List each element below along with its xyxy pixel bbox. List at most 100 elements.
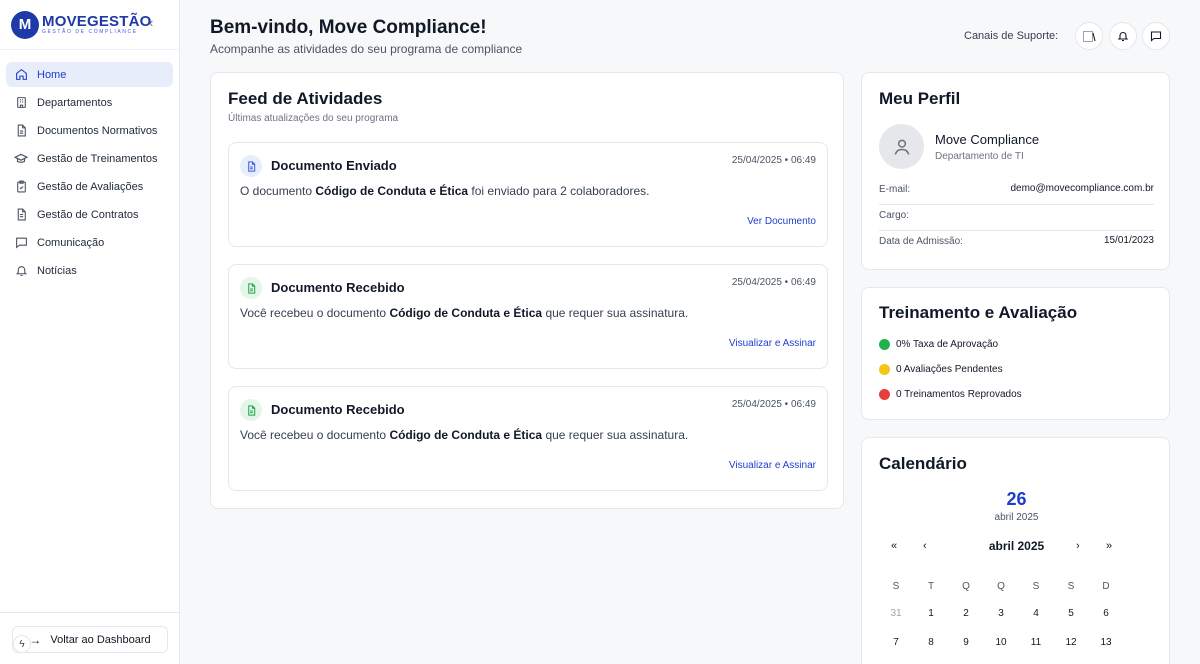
sidebar-item-noticias[interactable]: Notícias [6, 258, 173, 283]
view-and-sign-link[interactable]: Visualizar e Assinar [729, 338, 816, 349]
page-subtitle: Acompanhe as atividades do seu programa … [210, 42, 523, 56]
prev-year-button[interactable]: « [891, 540, 897, 552]
avatar [879, 124, 924, 169]
sidebar-item-label: Gestão de Treinamentos [37, 152, 158, 165]
calendar-day[interactable]: 12 [1061, 637, 1081, 648]
calendar-day[interactable]: 11 [1026, 637, 1046, 648]
activity-title: Documento Recebido [271, 280, 405, 295]
notifications-button[interactable] [1109, 22, 1137, 50]
calendar-day[interactable]: 7 [886, 637, 906, 648]
weekday-label: Q [962, 581, 970, 592]
page-header: Bem-vindo, Move Compliance! Acompanhe as… [210, 17, 522, 56]
activity-date: 25/04/2025 • 06:49 [731, 155, 816, 166]
profile-admission-row: Data de Admissão: 15/01/2023 [879, 231, 1154, 257]
home-icon [14, 68, 28, 82]
activity-date: 25/04/2025 • 06:49 [731, 277, 816, 288]
document-icon [240, 155, 262, 177]
activity-title: Documento Enviado [271, 158, 397, 173]
sidebar-footer: → Voltar ao Dashboard ϟ [0, 612, 180, 664]
profile-email-value: demo@movecompliance.com.br [1010, 183, 1154, 194]
arrow-right-icon: → [29, 632, 42, 647]
next-year-button[interactable]: » [1106, 540, 1112, 552]
feed-subtitle: Últimas atualizações do seu programa [228, 113, 399, 124]
clipboard-check-icon [14, 180, 28, 194]
support-label: Canais de Suporte: [964, 30, 1059, 42]
calendar-title: Calendário [879, 454, 967, 473]
activity-date: 25/04/2025 • 06:49 [731, 399, 816, 410]
view-document-link[interactable]: Ver Documento [747, 216, 816, 227]
calendar-day[interactable]: 10 [991, 637, 1011, 648]
weekday-label: Q [997, 581, 1005, 592]
view-and-sign-link[interactable]: Visualizar e Assinar [729, 460, 816, 471]
weekday-label: S [1032, 581, 1040, 592]
sidebar-item-label: Notícias [37, 264, 77, 277]
calendar-day[interactable]: 9 [956, 637, 976, 648]
calendar-day[interactable]: 13 [1096, 637, 1116, 648]
weekday-label: D [1102, 581, 1110, 592]
profile-row-label: Data de Admissão: [879, 236, 963, 247]
activity-feed-card: Feed de Atividades Últimas atualizações … [210, 72, 844, 509]
calendar-day[interactable]: 31 [886, 608, 906, 619]
activity-title: Documento Recebido [271, 402, 405, 417]
calendar-day[interactable]: 2 [956, 608, 976, 619]
calendar-day[interactable]: 5 [1061, 608, 1081, 619]
training-evaluation-card: Treinamento e Avaliação 0% Taxa de Aprov… [861, 287, 1170, 420]
sidebar-item-gestao-avaliacoes[interactable]: Gestão de Avaliações [6, 174, 173, 199]
weekday-label: S [892, 581, 900, 592]
training-title: Treinamento e Avaliação [879, 303, 1078, 322]
next-month-button[interactable]: › [1076, 540, 1080, 552]
activity-item: Documento Recebido 25/04/2025 • 06:49 Vo… [228, 264, 828, 369]
sidebar-nav: Home Departamentos Documentos Normativos… [0, 50, 179, 283]
calendar-day[interactable]: 4 [1026, 608, 1046, 619]
brand-logo[interactable]: M MOVEGESTÃO GESTÃO DE COMPLIANCE ‹ [0, 0, 179, 50]
sidebar-item-gestao-treinamentos[interactable]: Gestão de Treinamentos [6, 146, 173, 171]
activity-item: Documento Recebido 25/04/2025 • 06:49 Vo… [228, 386, 828, 491]
weekday-label: S [1067, 581, 1075, 592]
sidebar-item-comunicacao[interactable]: Comunicação [6, 230, 173, 255]
sidebar-item-departamentos[interactable]: Departamentos [6, 90, 173, 115]
profile-email-row: E-mail: demo@movecompliance.com.br [879, 179, 1154, 205]
selected-day: 26 [1006, 489, 1027, 509]
support-channel-button[interactable] [1075, 22, 1103, 50]
prev-month-button[interactable]: ‹ [923, 540, 927, 552]
calendar-day[interactable]: 8 [921, 637, 941, 648]
bell-icon [1117, 32, 1129, 42]
message-icon [14, 236, 28, 250]
profile-admission-value: 15/01/2023 [1103, 235, 1154, 246]
back-to-dashboard-button[interactable]: → Voltar ao Dashboard [12, 626, 168, 653]
profile-card: Meu Perfil Move Compliance Departamento … [861, 72, 1170, 270]
calendar-day[interactable]: 6 [1096, 608, 1116, 619]
chevron-left-icon[interactable]: ‹ [149, 15, 153, 30]
profile-row-label: Cargo: [879, 210, 910, 221]
profile-row-label: E-mail: [879, 184, 911, 195]
sidebar-item-documentos-normativos[interactable]: Documentos Normativos [6, 118, 173, 143]
sidebar: M MOVEGESTÃO GESTÃO DE COMPLIANCE ‹ Home… [0, 0, 180, 664]
profile-cargo-row: Cargo: [879, 205, 1154, 231]
document-icon [14, 124, 28, 138]
lightning-icon[interactable]: ϟ [13, 635, 31, 653]
sidebar-item-label: Gestão de Contratos [37, 208, 139, 221]
profile-title: Meu Perfil [879, 89, 961, 108]
user-icon [894, 139, 909, 155]
calendar-day[interactable]: 3 [991, 608, 1011, 619]
calendar-day[interactable]: 1 [921, 608, 941, 619]
weekday-label: T [927, 581, 935, 592]
document-name: Código de Conduta e Ética [389, 306, 543, 320]
graduation-cap-icon [14, 152, 28, 166]
sidebar-item-home[interactable]: Home [6, 62, 173, 87]
document-icon [240, 277, 262, 299]
failed-trainings-stat: 0 Treinamentos Reprovados [879, 389, 1022, 400]
broken-image-icon [1082, 30, 1095, 42]
profile-name: Move Compliance [935, 132, 1040, 147]
messages-button[interactable] [1142, 22, 1170, 50]
activity-text: Você recebeu o documento Código de Condu… [240, 306, 689, 320]
document-name: Código de Conduta e Ética [389, 428, 543, 442]
calendar-card: Calendário 26 abril 2025 abril 2025 « ‹ … [861, 437, 1170, 664]
calendar-month-label: abril 2025 [988, 539, 1045, 553]
document-name: Código de Conduta e Ética [315, 184, 469, 198]
sidebar-item-gestao-contratos[interactable]: Gestão de Contratos [6, 202, 173, 227]
status-dot-yellow [879, 364, 890, 375]
logo-subtitle: GESTÃO DE COMPLIANCE [42, 29, 138, 35]
sidebar-item-label: Documentos Normativos [37, 124, 158, 137]
sidebar-item-label: Home [37, 68, 67, 81]
